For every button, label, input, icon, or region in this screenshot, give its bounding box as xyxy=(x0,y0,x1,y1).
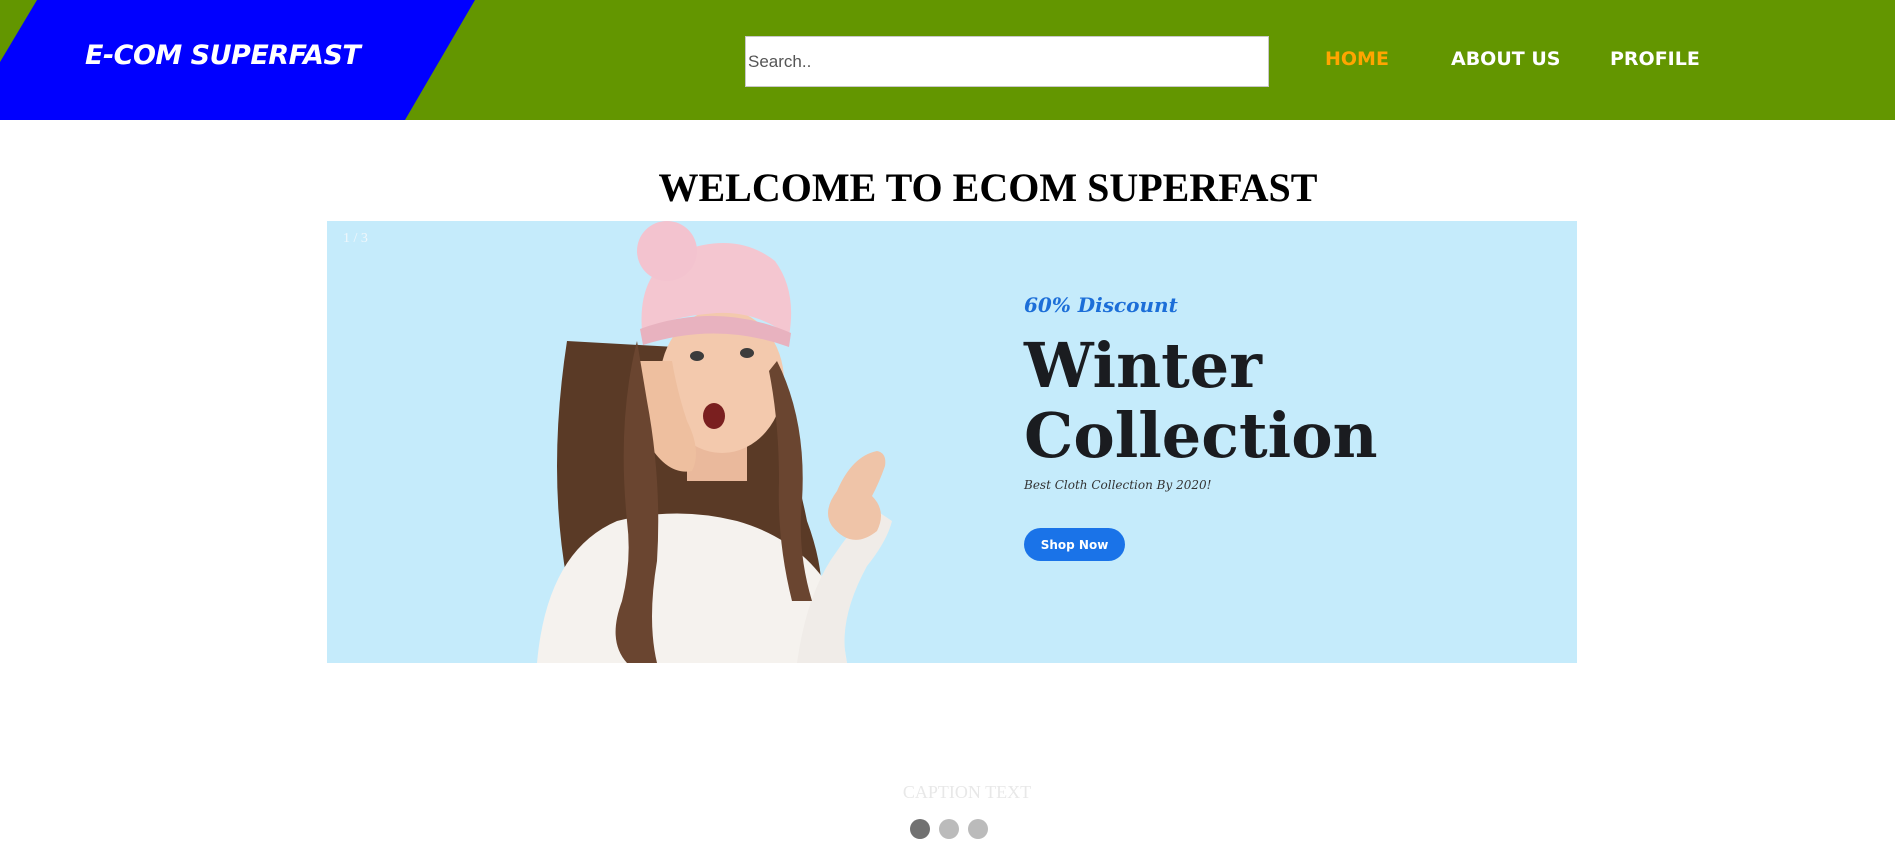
promo-tagline: Best Cloth Collection By 2020! xyxy=(1024,478,1212,492)
nav-about-link[interactable]: ABOUT US xyxy=(1451,48,1560,70)
slide-dot-1[interactable] xyxy=(910,819,930,839)
nav-home-link[interactable]: HOME xyxy=(1325,48,1389,70)
collection-heading-line1: Winter xyxy=(1024,329,1262,402)
site-header: E-COM SUPERFAST HOME ABOUT US PROFILE xyxy=(0,0,1895,120)
slide-dot-3[interactable] xyxy=(968,819,988,839)
page-title: WELCOME TO ECOM SUPERFAST xyxy=(658,165,1318,210)
slideshow-slide: 1 / 3 60% Discount Winter Collection Bes… xyxy=(327,221,1577,663)
brand-logo[interactable]: E-COM SUPERFAST xyxy=(85,40,361,71)
collection-heading-line2: Collection xyxy=(1024,399,1378,472)
slide-caption: CAPTION TEXT xyxy=(902,782,1032,802)
slide-dots xyxy=(910,819,988,839)
slide-dot-2[interactable] xyxy=(939,819,959,839)
nav-profile-link[interactable]: PROFILE xyxy=(1610,48,1700,70)
collection-heading: Winter Collection xyxy=(1024,331,1464,471)
model-photo xyxy=(537,221,892,663)
shop-now-button[interactable]: Shop Now xyxy=(1024,528,1125,561)
discount-label: 60% Discount xyxy=(1024,293,1178,317)
search-input[interactable] xyxy=(745,36,1269,87)
slide-counter: 1 / 3 xyxy=(343,231,368,246)
promo-block: 60% Discount Winter Collection Best Clot… xyxy=(1024,293,1378,561)
